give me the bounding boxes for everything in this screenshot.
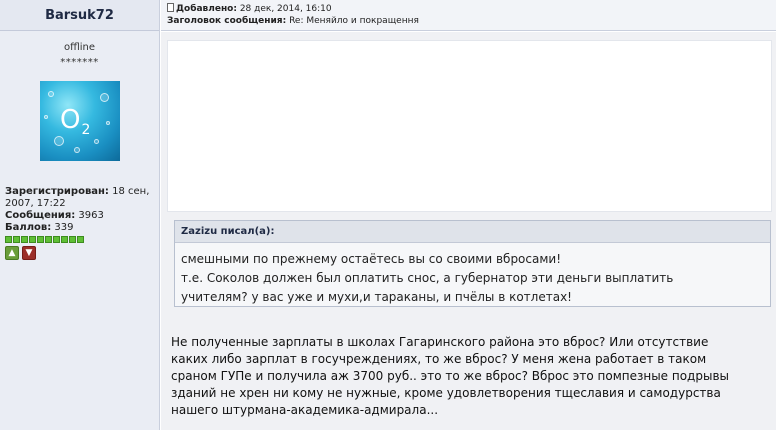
message-text: Не полученные зарплаты в школах Гагаринс… [171, 334, 771, 419]
points-value: 339 [54, 222, 74, 233]
subject-label: Заголовок сообщения: [167, 16, 287, 26]
message-line: сраном ГУПе и получила аж 3700 руб.. это… [171, 369, 729, 383]
reputation-square [29, 236, 36, 243]
author-info: Зарегистрирован: 18 сен, 2007, 17:22 Соо… [5, 186, 157, 260]
post-date-row: Добавлено: 28 дек, 2014, 16:10 [167, 3, 776, 15]
post-content: Добавлено: 28 дек, 2014, 16:10 Заголовок… [161, 0, 776, 430]
forum-post: Barsuk72 offline ******* O2 Зарегистриро… [0, 0, 776, 430]
reputation-square [13, 236, 20, 243]
message-line: зданий не хрен ни кому не нужные, кроме … [171, 386, 721, 400]
points-row: Баллов: 339 [5, 222, 157, 234]
reputation-square [53, 236, 60, 243]
added-value: 28 дек, 2014, 16:10 [239, 4, 332, 14]
reputation-square [37, 236, 44, 243]
post-header: Добавлено: 28 дек, 2014, 16:10 Заголовок… [161, 0, 776, 31]
author-name[interactable]: Barsuk72 [0, 0, 159, 31]
avatar: O2 [40, 81, 120, 161]
registered-label: Зарегистрирован: [5, 186, 109, 197]
message-line: Не полученные зарплаты в школах Гагаринс… [171, 335, 709, 349]
author-actions: ▲ ▼ [5, 246, 157, 260]
post-subject-row: Заголовок сообщения: Re: Меняйло и покра… [167, 15, 776, 27]
reputation-square [69, 236, 76, 243]
points-label: Баллов: [5, 222, 52, 233]
reputation-square [77, 236, 84, 243]
message-line: каких либо зарплат в госучреждениях, то … [171, 352, 707, 366]
quote-block: Zazizu писал(а): смешными по прежнему ос… [174, 220, 771, 307]
author-rank-stars: ******* [60, 57, 99, 68]
quote-body: смешными по прежнему остаётесь вы со сво… [175, 243, 770, 307]
thumbs-up-icon[interactable]: ▲ [5, 246, 19, 260]
messages-value: 3963 [78, 210, 104, 221]
registered-row: Зарегистрирован: 18 сен, 2007, 17:22 [5, 186, 157, 210]
messages-row: Сообщения: 3963 [5, 210, 157, 222]
embedded-media-area [167, 40, 772, 212]
quote-line: т.е. Соколов должен был оплатить снос, а… [181, 271, 674, 285]
reputation-bar [5, 236, 157, 243]
message-line: нашего штурмана-академика-адмирала... [171, 403, 439, 417]
thumbs-down-icon[interactable]: ▼ [22, 246, 36, 260]
quote-line: учителям? у вас уже и мухи,и тараканы, и… [181, 290, 572, 304]
reputation-square [5, 236, 12, 243]
subject-value: Re: Меняйло и покращення [289, 16, 419, 26]
author-panel: Barsuk72 offline ******* O2 Зарегистриро… [0, 0, 160, 430]
post-link-icon[interactable] [167, 3, 174, 12]
author-status: offline [63, 42, 96, 53]
messages-label: Сообщения: [5, 210, 76, 221]
quote-line: смешными по прежнему остаётесь вы со сво… [181, 252, 562, 266]
quote-author: Zazizu писал(а): [175, 221, 770, 243]
reputation-square [61, 236, 68, 243]
reputation-square [45, 236, 52, 243]
avatar-o2-logo: O2 [60, 105, 91, 138]
reputation-square [21, 236, 28, 243]
added-label: Добавлено: [176, 4, 237, 14]
